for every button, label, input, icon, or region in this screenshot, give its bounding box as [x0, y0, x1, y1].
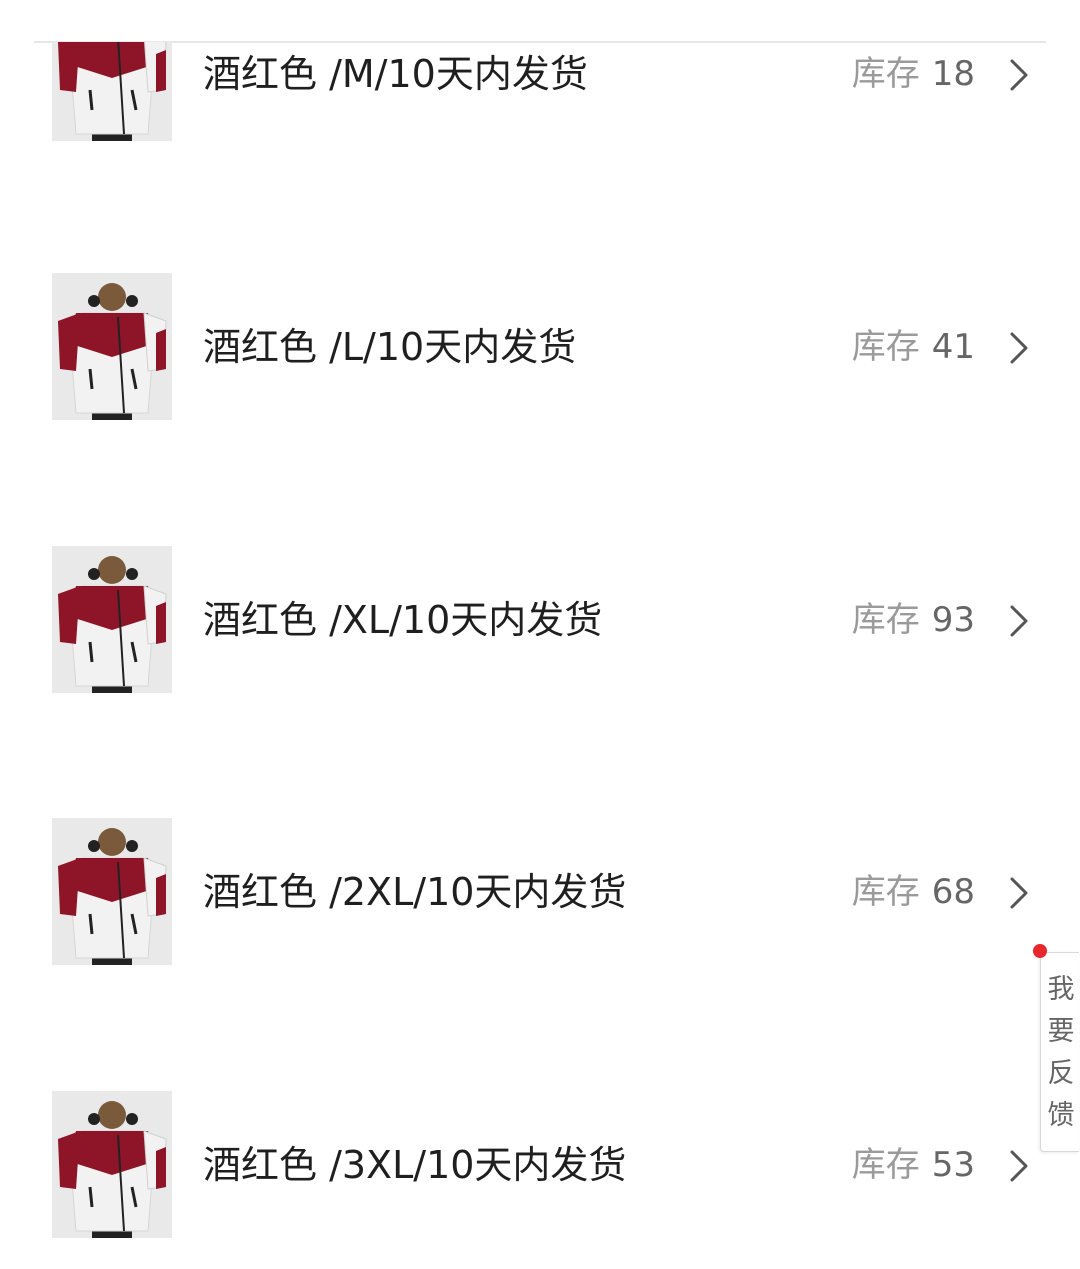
- product-thumbnail: [52, 42, 172, 141]
- sku-list-item[interactable]: 酒红色 /3XL/10天内发货 库存 53: [0, 1085, 1080, 1245]
- feedback-label: 我要反馈: [1047, 974, 1075, 1131]
- stock-label: 库存: [851, 600, 920, 640]
- sku-name: 酒红色 /L/10天内发货: [203, 325, 577, 369]
- sku-name: 酒红色 /2XL/10天内发货: [203, 870, 627, 914]
- jacket-image-icon: [52, 546, 172, 693]
- jacket-image-icon: [52, 273, 172, 420]
- jacket-image-icon: [52, 1091, 172, 1238]
- jacket-image-icon: [52, 818, 172, 965]
- stock-value: 53: [931, 1145, 975, 1185]
- jacket-image-icon: [52, 42, 172, 141]
- sku-list: 酒红色 /M/10天内发货 库存 18 酒红色 /L/10天内发货 库存 41 …: [0, 0, 1080, 1269]
- product-thumbnail: [52, 818, 172, 965]
- chevron-right-icon[interactable]: [1004, 604, 1034, 638]
- stock-value: 68: [931, 872, 975, 912]
- sku-list-item[interactable]: 酒红色 /2XL/10天内发货 库存 68: [0, 812, 1080, 972]
- product-thumbnail: [52, 273, 172, 420]
- stock-count: 库存 93: [852, 600, 975, 640]
- sku-list-item[interactable]: 酒红色 /L/10天内发货 库存 41: [0, 267, 1080, 427]
- stock-count: 库存 68: [852, 872, 975, 912]
- sku-name: 酒红色 /3XL/10天内发货: [203, 1143, 627, 1187]
- sku-list-item[interactable]: 酒红色 /M/10天内发货 库存 18: [0, 0, 1080, 154]
- stock-count: 库存 53: [852, 1145, 975, 1185]
- stock-value: 41: [931, 327, 975, 367]
- stock-value: 18: [931, 54, 975, 94]
- stock-count: 库存 18: [852, 54, 975, 94]
- feedback-button[interactable]: 我要反馈: [1033, 944, 1079, 1152]
- chevron-right-icon[interactable]: [1004, 58, 1034, 92]
- stock-label: 库存: [851, 54, 920, 94]
- chevron-right-icon[interactable]: [1004, 876, 1034, 910]
- chevron-right-icon[interactable]: [1004, 331, 1034, 365]
- stock-label: 库存: [851, 1145, 920, 1185]
- sku-list-item[interactable]: 酒红色 /XL/10天内发货 库存 93: [0, 540, 1080, 700]
- stock-label: 库存: [851, 872, 920, 912]
- product-thumbnail: [52, 1091, 172, 1238]
- product-thumbnail: [52, 546, 172, 693]
- sku-name: 酒红色 /M/10天内发货: [203, 52, 588, 96]
- stock-label: 库存: [851, 327, 920, 367]
- chevron-right-icon[interactable]: [1004, 1149, 1034, 1183]
- notification-dot-icon: [1033, 944, 1047, 958]
- stock-value: 93: [931, 600, 975, 640]
- stock-count: 库存 41: [852, 327, 975, 367]
- sku-name: 酒红色 /XL/10天内发货: [203, 598, 603, 642]
